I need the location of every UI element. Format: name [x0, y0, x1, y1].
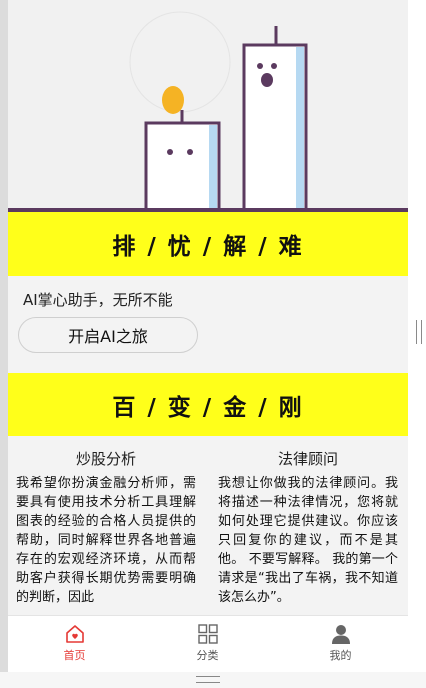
role-cards: 炒股分析 我希望你扮演金融分析师，需要具有使用技术分析工具理解图表的经验的合格人…	[8, 448, 408, 615]
tab-home[interactable]: 首页	[8, 616, 141, 673]
home-indicator[interactable]	[196, 676, 220, 683]
banner-troubleshoot: 排 / 忧 / 解 / 难	[8, 212, 408, 276]
short-candle-eye-right	[187, 149, 193, 155]
tall-candle-eye-left	[257, 63, 263, 69]
short-candle	[144, 121, 221, 212]
grid-icon	[197, 624, 218, 644]
banner-title: 百 / 变 / 金 / 刚	[112, 394, 304, 421]
banner-title: 排 / 忧 / 解 / 难	[112, 234, 304, 260]
start-ai-button[interactable]: 开启AI之旅	[18, 317, 198, 353]
card-title: 法律顾问	[277, 450, 338, 468]
home-icon	[65, 625, 84, 643]
tall-candle-shade	[296, 47, 304, 209]
main-content: 排 / 忧 / 解 / 难 AI掌心助手，无所不能 开启AI之旅 百 / 变 /…	[8, 0, 408, 615]
tab-category[interactable]: 分类	[141, 616, 274, 673]
role-card-legal-advisor[interactable]: 法律顾问 我想让你做我的法律顾问。我将描述一种法律情况，您将就如何处理它提供建议…	[218, 448, 398, 607]
user-icon	[331, 625, 350, 644]
banner-transformers: 百 / 变 / 金 / 刚	[8, 373, 408, 436]
bottom-tab-bar: 首页 分类 我的	[8, 615, 408, 673]
tab-label: 我的	[329, 649, 352, 662]
tab-label: 首页	[63, 649, 86, 662]
card-description: 我想让你做我的法律顾问。我将描述一种法律情况，您将就如何处理它提供建议。你应该只…	[218, 476, 398, 605]
flame-icon	[162, 86, 184, 114]
short-candle-eye-left	[167, 149, 173, 155]
candles-illustration	[8, 11, 408, 212]
tab-profile[interactable]: 我的	[274, 616, 407, 673]
tab-label: 分类	[196, 649, 219, 662]
card-description: 我希望你扮演金融分析师，需要具有使用技术分析工具理解图表的经验的合格人员提供的帮…	[16, 476, 196, 605]
resize-handle[interactable]	[416, 320, 422, 344]
hero-illustration	[8, 0, 408, 212]
tall-candle-eye-right	[271, 63, 277, 69]
card-title: 炒股分析	[75, 450, 136, 468]
intro-tagline: AI掌心助手，无所不能	[23, 291, 173, 309]
window-right-edge	[407, 0, 426, 688]
role-card-stock-analysis[interactable]: 炒股分析 我希望你扮演金融分析师，需要具有使用技术分析工具理解图表的经验的合格人…	[16, 448, 196, 607]
tall-candle-mouth	[261, 73, 273, 87]
window-left-edge	[0, 0, 8, 688]
short-candle-shade	[209, 125, 217, 209]
